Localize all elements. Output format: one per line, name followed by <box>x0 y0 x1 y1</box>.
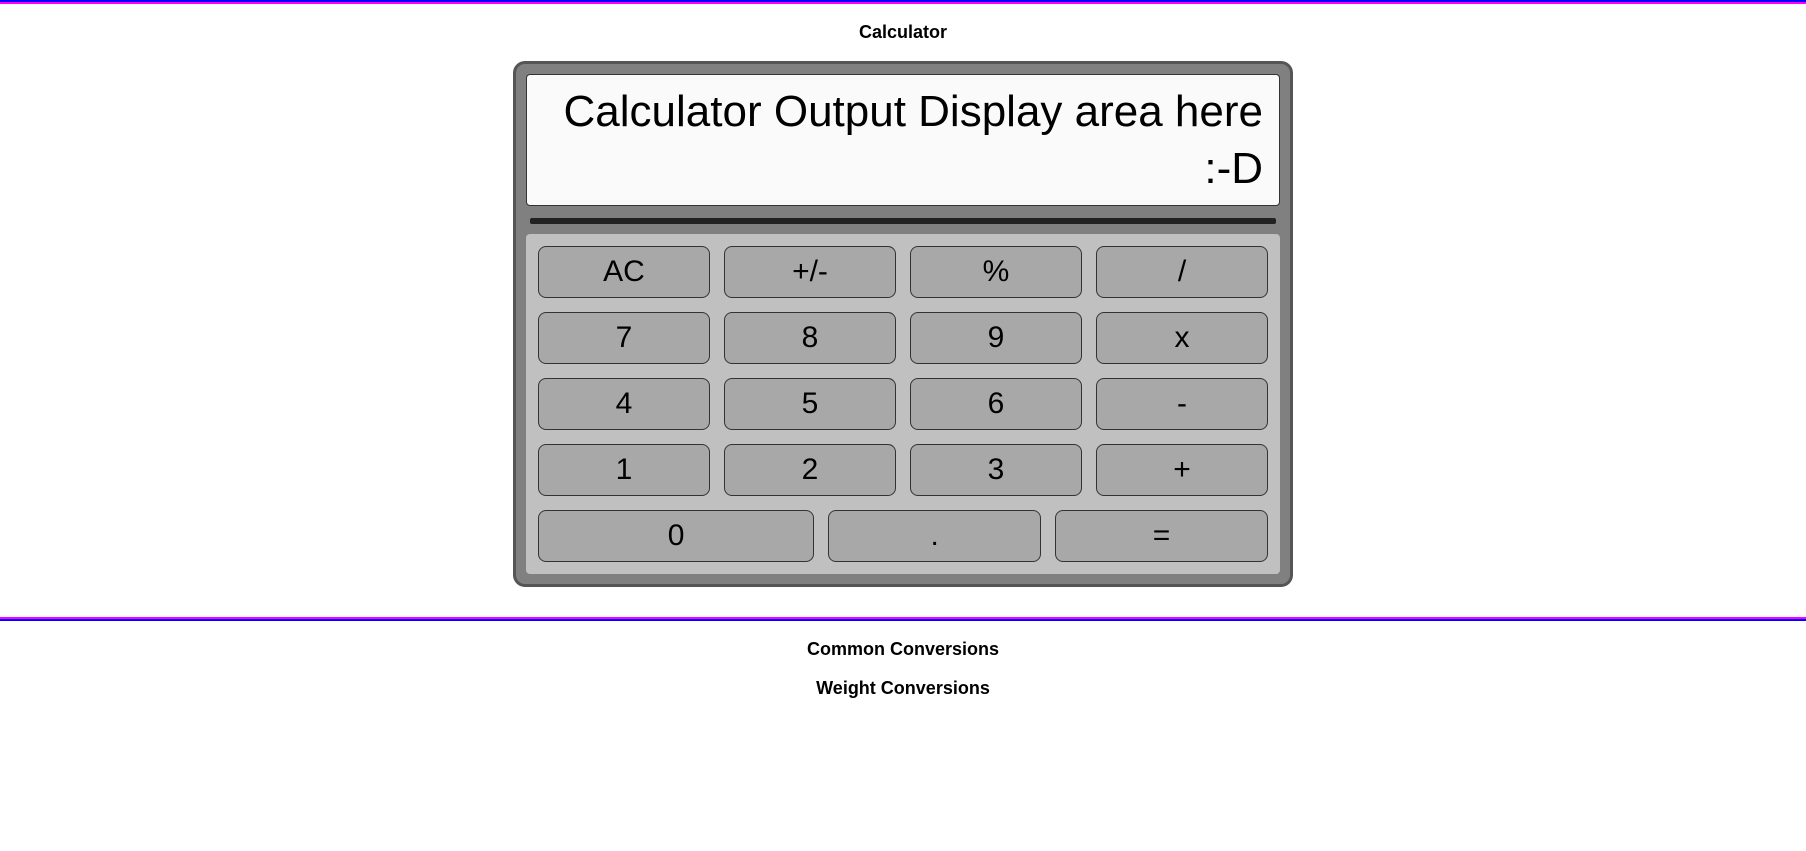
digit-6-button[interactable]: 6 <box>910 378 1082 430</box>
calculator-section-title: Calculator <box>0 22 1806 43</box>
calculator: Calculator Output Display area here :-D … <box>513 61 1293 587</box>
digit-9-button[interactable]: 9 <box>910 312 1082 364</box>
decimal-button[interactable]: . <box>828 510 1041 562</box>
weight-conversions-title: Weight Conversions <box>0 678 1806 699</box>
mid-blue-rule <box>0 619 1806 621</box>
calculator-display: Calculator Output Display area here :-D <box>526 74 1280 206</box>
calculator-keypad: AC +/- % / 7 8 9 x 4 5 6 - 1 2 3 + 0 . = <box>526 234 1280 574</box>
digit-1-button[interactable]: 1 <box>538 444 710 496</box>
divide-button[interactable]: / <box>1096 246 1268 298</box>
ac-button[interactable]: AC <box>538 246 710 298</box>
percent-button[interactable]: % <box>910 246 1082 298</box>
digit-0-button[interactable]: 0 <box>538 510 814 562</box>
conversions-section-title: Common Conversions <box>0 639 1806 660</box>
top-magenta-rule <box>0 2 1806 4</box>
digit-8-button[interactable]: 8 <box>724 312 896 364</box>
digit-3-button[interactable]: 3 <box>910 444 1082 496</box>
digit-2-button[interactable]: 2 <box>724 444 896 496</box>
plus-button[interactable]: + <box>1096 444 1268 496</box>
digit-5-button[interactable]: 5 <box>724 378 896 430</box>
multiply-button[interactable]: x <box>1096 312 1268 364</box>
digit-7-button[interactable]: 7 <box>538 312 710 364</box>
digit-4-button[interactable]: 4 <box>538 378 710 430</box>
calculator-divider <box>530 218 1276 224</box>
sign-button[interactable]: +/- <box>724 246 896 298</box>
equals-button[interactable]: = <box>1055 510 1268 562</box>
minus-button[interactable]: - <box>1096 378 1268 430</box>
